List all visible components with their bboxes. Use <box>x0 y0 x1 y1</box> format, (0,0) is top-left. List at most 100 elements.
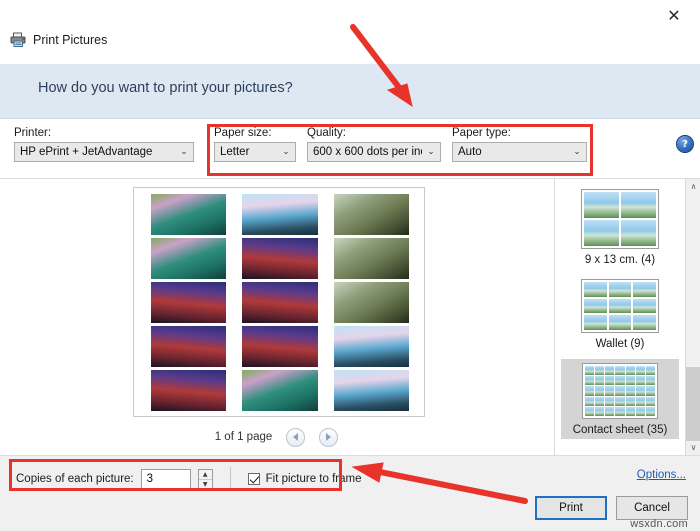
paper-size-field: Paper size: Letter ⌄ <box>214 127 296 162</box>
quantity-stepper[interactable]: 3 ▲ ▼ <box>140 468 213 490</box>
header-banner: How do you want to print your pictures? <box>0 64 700 119</box>
printer-icon <box>10 32 26 47</box>
paper-type-field: Paper type: Auto ⌄ <box>452 127 587 162</box>
layout-option-1[interactable]: 9 x 13 cm. (4) <box>561 185 679 269</box>
help-icon[interactable]: ? <box>677 136 693 152</box>
layout-cell <box>605 386 615 396</box>
paper-type-select[interactable]: Auto ⌄ <box>452 142 587 162</box>
scrollbar-thumb[interactable] <box>686 367 700 441</box>
layout-cell <box>615 406 625 416</box>
print-button[interactable]: Print <box>535 496 607 520</box>
spinner-buttons[interactable]: ▲ ▼ <box>197 468 213 490</box>
quality-field: Quality: 600 x 600 dots per inch ⌄ <box>307 127 441 162</box>
preview-thumbnail <box>242 370 318 411</box>
preview-thumbnail <box>333 194 409 235</box>
preview-thumbnail <box>333 326 409 367</box>
spinner-up-icon[interactable]: ▲ <box>198 470 212 480</box>
print-preview-panel: 1 of 1 page <box>0 179 553 455</box>
paper-size-select[interactable]: Letter ⌄ <box>214 142 296 162</box>
printer-value: HP ePrint + JetAdvantage <box>20 146 153 158</box>
chevron-down-icon: ⌄ <box>180 147 188 157</box>
layout-cell <box>585 366 595 376</box>
layout-cell <box>615 376 625 386</box>
layout-cell <box>595 366 605 376</box>
next-page-icon[interactable] <box>319 427 339 447</box>
layout-cell <box>633 298 656 314</box>
main-area: 1 of 1 page 9 x 13 cm. (4) Wallet (9) Cont… <box>0 179 700 455</box>
layout-cell <box>645 366 655 376</box>
cancel-button[interactable]: Cancel <box>616 496 688 520</box>
copies-input[interactable]: 3 <box>140 468 191 490</box>
layout-cell <box>584 282 607 297</box>
layout-cell <box>625 386 635 396</box>
previous-page-icon[interactable] <box>286 427 306 447</box>
layout-cell <box>635 366 645 376</box>
layout-cell <box>585 376 595 386</box>
spinner-down-icon[interactable]: ▼ <box>199 480 212 489</box>
paper-size-label: Paper size: <box>214 127 272 139</box>
layout-cell <box>608 315 632 330</box>
header-question: How do you want to print your pictures? <box>38 80 293 96</box>
options-link[interactable]: Options... <box>637 469 686 481</box>
checkbox-checked-icon[interactable] <box>247 473 260 485</box>
layout-cell <box>608 298 632 314</box>
preview-thumbnail <box>333 282 409 323</box>
layout-cell <box>584 298 607 314</box>
printer-select[interactable]: HP ePrint + JetAdvantage ⌄ <box>14 142 194 162</box>
layout-cell <box>625 376 635 386</box>
layout-cell <box>633 315 656 330</box>
app-title: Print Pictures <box>10 32 107 47</box>
layout-cell <box>605 366 615 376</box>
layout-cell <box>595 396 605 406</box>
layout-cell <box>635 386 645 396</box>
options-bar: Printer: HP ePrint + JetAdvantage ⌄ Pape… <box>0 119 700 179</box>
layout-cell <box>625 396 635 406</box>
printer-field: Printer: HP ePrint + JetAdvantage ⌄ <box>14 127 194 162</box>
preview-thumbnail <box>242 194 318 235</box>
layout-cell <box>625 406 635 416</box>
layout-cell <box>595 386 605 396</box>
layout-list[interactable]: 9 x 13 cm. (4) Wallet (9) Contact sheet (3… <box>554 179 685 455</box>
layout-option-3[interactable]: Contact sheet (35) <box>561 359 679 439</box>
layout-option-label: 9 x 13 cm. (4) <box>584 254 656 266</box>
layout-cell <box>608 282 632 297</box>
layout-cell <box>595 406 605 416</box>
scroll-up-icon[interactable]: ∧ <box>686 179 700 194</box>
preview-thumbnail <box>242 326 318 367</box>
layout-cell <box>635 396 645 406</box>
paper-size-value: Letter <box>220 146 250 158</box>
layout-cell <box>584 220 619 246</box>
close-icon[interactable]: ✕ <box>654 2 694 30</box>
layout-cell <box>633 282 656 297</box>
layout-cell <box>615 396 625 406</box>
scroll-down-icon[interactable]: ∨ <box>686 440 700 455</box>
preview-thumbnail <box>242 238 318 279</box>
layout-cell <box>635 376 645 386</box>
watermark: wsxdn.com <box>630 518 688 530</box>
layout-scrollbar[interactable]: ∧ ∨ <box>685 179 700 455</box>
fit-picture-checkbox[interactable]: Fit picture to frame <box>247 473 362 485</box>
title-bar: ✕ Print Pictures <box>0 0 700 64</box>
preview-thumbnail <box>151 238 227 279</box>
layout-option-2[interactable]: Wallet (9) <box>561 275 679 353</box>
layout-cell <box>645 406 655 416</box>
layout-cell <box>584 192 619 218</box>
divider <box>229 467 231 491</box>
app-title-label: Print Pictures <box>33 32 108 47</box>
layout-cell <box>585 406 595 416</box>
preview-page <box>133 187 425 417</box>
copies-control: Copies of each picture: 3 ▲ ▼ Fit pictur… <box>16 467 362 491</box>
layout-cell <box>615 386 625 396</box>
quality-select[interactable]: 600 x 600 dots per inch ⌄ <box>307 142 441 162</box>
layout-cell <box>621 192 656 218</box>
paper-type-value: Auto <box>458 146 482 158</box>
layout-cell <box>605 406 615 416</box>
print-pictures-dialog: ✕ Print Pictures How do you want to prin… <box>0 0 700 531</box>
preview-thumbnail <box>333 370 409 411</box>
layout-option-label: Contact sheet (35) <box>572 424 668 436</box>
layout-cell <box>635 406 645 416</box>
layout-cell <box>585 386 595 396</box>
page-status: 1 of 1 page <box>214 431 273 443</box>
layout-option-label: Wallet (9) <box>595 338 645 350</box>
dialog-buttons: Print Cancel <box>535 496 688 520</box>
